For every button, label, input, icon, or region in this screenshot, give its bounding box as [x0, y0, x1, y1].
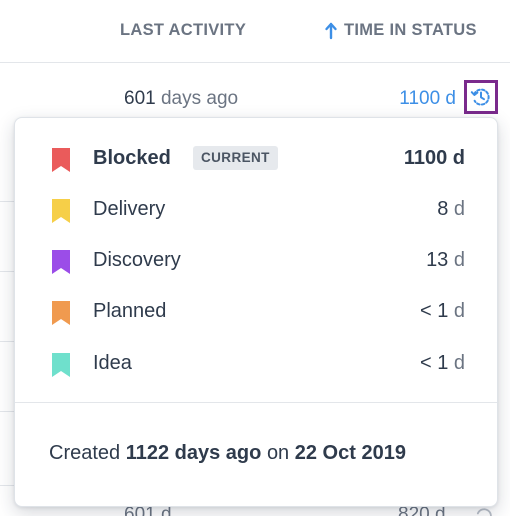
duration-unit: d: [453, 249, 465, 271]
last-activity-number: 601: [124, 88, 156, 109]
duration-unit: d: [452, 147, 465, 169]
status-name: Blocked: [93, 147, 171, 169]
history-clock-icon: [470, 88, 490, 106]
current-status-badge: CURRENT: [193, 146, 278, 170]
duration-unit: d: [453, 300, 465, 322]
time-in-status-column-header[interactable]: TIME IN STATUS: [324, 21, 477, 40]
status-duration: 8 d: [437, 198, 465, 221]
duration-value: < 1: [419, 300, 449, 322]
status-name: Discovery: [93, 249, 181, 271]
duration-value: 13: [426, 249, 449, 271]
popover-divider: [15, 402, 497, 403]
status-history-popover: Blocked CURRENT 1100 d Delivery 8 d Disc…: [14, 117, 498, 507]
status-duration: 13 d: [426, 249, 465, 272]
status-duration: < 1 d: [420, 300, 465, 323]
status-row-discovery: Discovery 13 d: [15, 240, 497, 280]
bookmark-flag-icon: [52, 250, 70, 274]
status-duration: 1100 d: [404, 147, 465, 170]
status-name: Planned: [93, 300, 167, 322]
status-name: Idea: [93, 352, 132, 374]
status-row-idea: Idea < 1 d: [15, 343, 497, 383]
created-prefix: Created: [49, 442, 121, 464]
created-on: on: [266, 442, 290, 464]
status-history-button[interactable]: [464, 80, 498, 114]
status-row-planned: Planned < 1 d: [15, 291, 497, 331]
bookmark-flag-icon: [52, 353, 70, 377]
created-info: Created 1122 days ago on 22 Oct 2019: [49, 442, 406, 465]
bookmark-flag-icon: [52, 199, 70, 223]
duration-value: < 1: [419, 352, 449, 374]
created-date: 22 Oct 2019: [294, 442, 406, 464]
table-header: LAST ACTIVITY TIME IN STATUS: [0, 0, 510, 63]
duration-unit: d: [453, 352, 465, 374]
created-ago: 1122 days ago: [125, 442, 262, 464]
arrow-up-icon: [325, 22, 337, 39]
duration-value: 1100: [403, 147, 448, 169]
last-activity-column-header[interactable]: LAST ACTIVITY: [120, 21, 246, 40]
history-clock-icon[interactable]: [474, 506, 494, 516]
last-activity-cell: 601 days ago: [124, 88, 238, 110]
duration-value: 8: [437, 198, 449, 220]
last-activity-unit: days ago: [160, 88, 239, 109]
status-name: Delivery: [93, 198, 166, 220]
status-duration: < 1 d: [420, 352, 465, 375]
bookmark-flag-icon: [52, 301, 70, 325]
bookmark-flag-icon: [52, 148, 70, 172]
status-row-blocked: Blocked CURRENT 1100 d: [15, 138, 497, 178]
status-row-delivery: Delivery 8 d: [15, 189, 497, 229]
time-in-status-label: TIME IN STATUS: [344, 21, 477, 39]
time-in-status-cell[interactable]: 1100 d: [399, 88, 456, 110]
duration-unit: d: [453, 198, 465, 220]
